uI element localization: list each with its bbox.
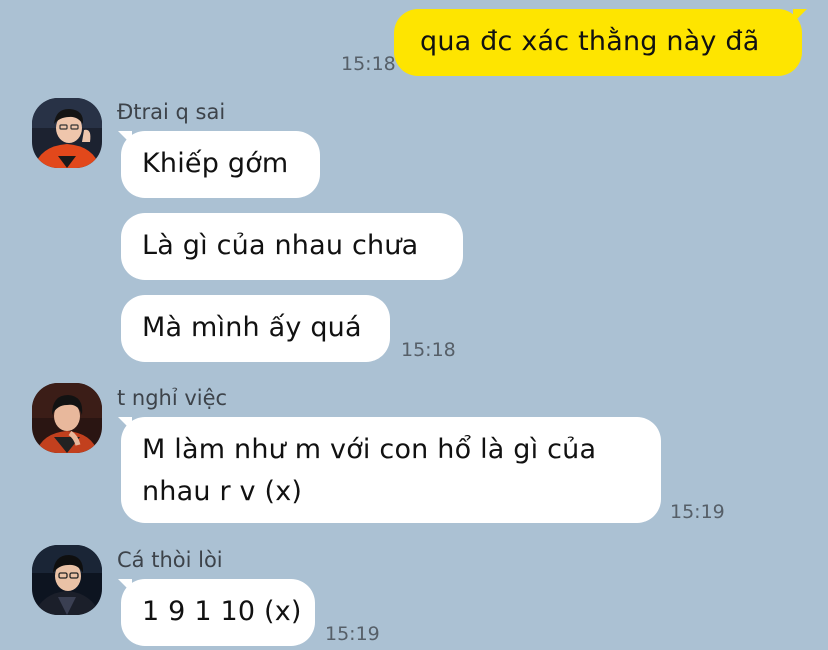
person-avatar-icon bbox=[32, 545, 102, 615]
sender-name: Đtrai q sai bbox=[117, 100, 226, 124]
sender-name: t nghỉ việc bbox=[117, 386, 228, 410]
sender-avatar[interactable] bbox=[32, 545, 102, 615]
message-text: Khiếp gớm bbox=[142, 148, 289, 179]
incoming-message-bubble[interactable]: M làm như m với con hổ là gì của nhau r … bbox=[121, 417, 661, 523]
message-text: Mà mình ấy quá bbox=[142, 312, 362, 343]
incoming-message-bubble[interactable]: Mà mình ấy quá bbox=[121, 295, 390, 362]
message-timestamp: 15:18 bbox=[401, 339, 456, 361]
sender-avatar[interactable] bbox=[32, 98, 102, 168]
incoming-message-bubble[interactable]: Khiếp gớm bbox=[121, 131, 320, 198]
person-avatar-icon bbox=[32, 383, 102, 453]
bubble-tail bbox=[793, 9, 807, 23]
message-timestamp: 15:19 bbox=[325, 623, 380, 645]
incoming-message-bubble[interactable]: 1 9 1 10 (x) bbox=[121, 579, 315, 646]
incoming-message-bubble[interactable]: Là gì của nhau chưa bbox=[121, 213, 463, 280]
chat-screen: { "messages": { "outgoing_1": { "text": … bbox=[0, 0, 828, 650]
message-timestamp: 15:19 bbox=[670, 501, 725, 523]
message-text: Là gì của nhau chưa bbox=[142, 230, 419, 261]
message-text-line: M làm như m với con hổ là gì của bbox=[142, 434, 597, 465]
sender-name: Cá thòi lòi bbox=[117, 548, 223, 572]
message-text: 1 9 1 10 (x) bbox=[142, 596, 302, 627]
message-timestamp: 15:18 bbox=[341, 53, 396, 75]
message-text-line: nhau r v (x) bbox=[142, 476, 303, 507]
outgoing-message-bubble[interactable]: qua đc xác thằng này đã bbox=[394, 9, 802, 76]
person-avatar-icon bbox=[32, 98, 102, 168]
sender-avatar[interactable] bbox=[32, 383, 102, 453]
message-text: qua đc xác thằng này đã bbox=[420, 26, 760, 57]
